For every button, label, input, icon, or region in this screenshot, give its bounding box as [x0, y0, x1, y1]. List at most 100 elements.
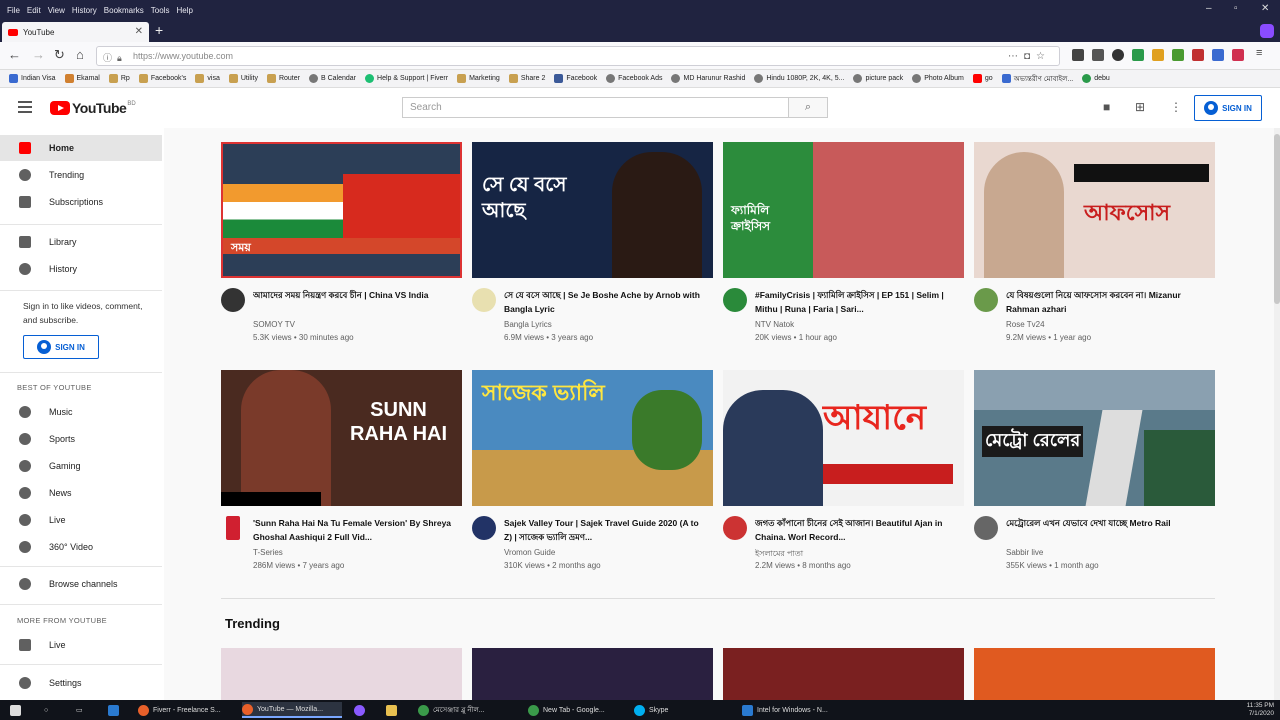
video-title[interactable]: 'Sunn Raha Hai Na Tu Female Version' By … — [253, 516, 458, 544]
sidebar-item-library[interactable]: Library — [0, 229, 162, 255]
video-card[interactable]: আফসোস যে বিষয়গুলো নিয়ে আফসোস করবেন না।… — [974, 142, 1215, 348]
menu-view[interactable]: View — [48, 6, 65, 15]
search-input[interactable]: Search — [402, 97, 788, 118]
menu-bookmarks[interactable]: Bookmarks — [104, 6, 144, 15]
sidebar-sign-in-button[interactable]: SIGN IN — [23, 335, 99, 359]
video-thumbnail[interactable]: সাজেক ভ্যালি — [472, 370, 713, 506]
sidebar-item-news[interactable]: News — [0, 480, 162, 506]
video-title[interactable]: আমাদের সময় নিয়ন্ত্রণ করবে চীন | China … — [253, 288, 458, 302]
video-card[interactable]: আযানে জগত কাঁপানো চীনের সেই আজান। Beauti… — [723, 370, 964, 576]
taskbar-app[interactable]: Intel for Windows - N... — [742, 702, 842, 718]
system-clock[interactable]: 11:35 PM 7/1/2020 — [1247, 702, 1274, 718]
channel-avatar[interactable] — [723, 288, 747, 312]
taskbar-app[interactable]: মেসেঞ্জার ব্লু নীল... — [418, 702, 518, 718]
taskbar-app[interactable]: Fiverr - Freelance S... — [138, 702, 238, 718]
bookmark-item[interactable]: অভ্যন্তরীণ মোবাইল... — [1001, 73, 1073, 85]
extension-leaf-icon[interactable] — [1172, 49, 1184, 61]
video-title[interactable]: সে যে বসে আছে | Se Je Boshe Ache by Arno… — [504, 288, 709, 316]
trending-thumbnail[interactable] — [221, 648, 462, 700]
sidebar-item-music[interactable]: Music — [0, 399, 162, 425]
video-title[interactable]: #FamilyCrisis | ফ্যামিলি ক্রাইসিস | EP 1… — [755, 288, 960, 316]
taskbar-app[interactable]: Skype — [634, 702, 724, 718]
lock-icon[interactable]: 🔒︎ — [117, 49, 122, 67]
video-thumbnail[interactable]: আযানে — [723, 370, 964, 506]
menu-tools[interactable]: Tools — [151, 6, 170, 15]
channel-name[interactable]: Rose Tv24 — [1006, 320, 1045, 329]
video-thumbnail[interactable]: মেট্রো রেলের — [974, 370, 1215, 506]
sidebar-item-settings[interactable]: Settings — [0, 670, 162, 696]
video-thumbnail[interactable]: সে যে বসে আছে — [472, 142, 713, 278]
sidebar-item-youtube-live[interactable]: Live — [0, 632, 162, 658]
video-card[interactable]: ফ্যামিলি ক্রাইসিস #FamilyCrisis | ফ্যামি… — [723, 142, 964, 348]
video-title[interactable]: যে বিষয়গুলো নিয়ে আফসোস করবেন না। Mizan… — [1006, 288, 1211, 316]
sign-in-button[interactable]: SIGN IN — [1194, 95, 1262, 121]
video-card[interactable]: সময় আমাদের সময় নিয়ন্ত্রণ করবে চীন | C… — [221, 142, 462, 348]
channel-name[interactable]: T-Series — [253, 548, 283, 557]
bookmark-item[interactable]: Facebook's — [138, 74, 186, 83]
bookmark-item[interactable]: visa — [195, 74, 220, 83]
sidebar-item-subscriptions[interactable]: Subscriptions — [0, 189, 162, 215]
video-card[interactable]: SUNN RAHA HAI 'Sunn Raha Hai Na Tu Femal… — [221, 370, 462, 576]
search-taskbar-button[interactable]: ○ — [44, 702, 48, 718]
channel-name[interactable]: Vromon Guide — [504, 548, 555, 557]
video-thumbnail[interactable]: ফ্যামিলি ক্রাইসিস — [723, 142, 964, 278]
channel-name[interactable]: NTV Natok — [755, 320, 794, 329]
taskbar-app[interactable]: YouTube — Mozilla... — [242, 702, 342, 718]
sidebar-item-trending[interactable]: Trending — [0, 162, 162, 188]
taskbar-app[interactable] — [354, 702, 369, 718]
tab-youtube[interactable]: YouTube ✕ — [2, 22, 149, 42]
close-tab-icon[interactable]: ✕ — [135, 26, 143, 37]
extension-pink-icon[interactable] — [1232, 49, 1244, 61]
extension-green-icon[interactable] — [1132, 49, 1144, 61]
account-icon[interactable] — [1112, 49, 1124, 61]
sidebar-item-live[interactable]: Live — [0, 507, 162, 533]
info-icon[interactable]: ⓘ — [103, 49, 112, 67]
sidebar-item-sports[interactable]: Sports — [0, 426, 162, 452]
menu-history[interactable]: History — [72, 6, 97, 15]
channel-avatar[interactable] — [226, 516, 240, 540]
channel-avatar[interactable] — [723, 516, 747, 540]
bookmark-item[interactable]: B Calendar — [308, 74, 356, 83]
more-options-icon[interactable]: ⋮ — [1170, 100, 1182, 114]
taskbar-app[interactable] — [108, 702, 123, 718]
channel-name[interactable]: SOMOY TV — [253, 320, 295, 329]
video-title[interactable]: জগত কাঁপানো চীনের সেই আজান। Beautiful Aj… — [755, 516, 960, 544]
video-thumbnail[interactable]: আফসোস — [974, 142, 1215, 278]
bookmark-item[interactable]: Photo Album — [912, 74, 964, 83]
minimize-icon[interactable]: – — [1206, 3, 1212, 14]
bookmark-item[interactable]: Facebook Ads — [606, 74, 662, 83]
forward-icon[interactable]: → — [32, 47, 45, 62]
video-thumbnail[interactable]: সময় — [221, 142, 462, 278]
downloads-icon[interactable] — [1072, 49, 1084, 61]
bookmark-item[interactable]: Facebook — [554, 74, 597, 83]
pocket-icon[interactable]: ◘ — [1024, 51, 1036, 62]
bookmark-item[interactable]: picture pack — [853, 74, 903, 83]
bookmark-item[interactable]: Hindu 1080P, 2K, 4K, 5... — [754, 74, 844, 83]
menu-file[interactable]: File — [7, 6, 20, 15]
library-icon[interactable] — [1092, 49, 1104, 61]
bookmark-item[interactable]: go — [972, 74, 993, 83]
bookmark-item[interactable]: Indian Visa — [9, 74, 56, 83]
video-card[interactable]: মেট্রো রেলের মেট্রোরেল এখন যেভাবে দেখা য… — [974, 370, 1215, 576]
new-tab-button[interactable]: + — [155, 22, 163, 38]
bookmark-item[interactable]: Marketing — [457, 74, 500, 83]
search-button[interactable]: ⌕ — [788, 97, 828, 118]
extension-icon[interactable] — [1260, 24, 1274, 38]
channel-name[interactable]: Sabbir live — [1006, 548, 1043, 557]
sidebar-item-history[interactable]: History — [0, 256, 162, 282]
menu-help[interactable]: Help — [176, 6, 192, 15]
bookmark-item[interactable]: Help & Support | Fiverr — [365, 74, 448, 83]
channel-avatar[interactable] — [974, 516, 998, 540]
scrollbar-thumb[interactable] — [1274, 134, 1280, 304]
hamburger-menu-icon[interactable] — [18, 101, 32, 113]
bookmark-item[interactable]: Share 2 — [508, 74, 545, 83]
bookmark-item[interactable]: Utility — [228, 74, 258, 83]
sidebar-item-gaming[interactable]: Gaming — [0, 453, 162, 479]
video-card[interactable]: সে যে বসে আছে সে যে বসে আছে | Se Je Bosh… — [472, 142, 713, 348]
channel-avatar[interactable] — [221, 288, 245, 312]
bookmark-item[interactable]: Router — [266, 74, 300, 83]
extension-red-icon[interactable] — [1192, 49, 1204, 61]
bookmark-item[interactable]: debu — [1082, 74, 1110, 83]
channel-avatar[interactable] — [974, 288, 998, 312]
youtube-logo[interactable]: YouTube BD — [50, 100, 136, 116]
